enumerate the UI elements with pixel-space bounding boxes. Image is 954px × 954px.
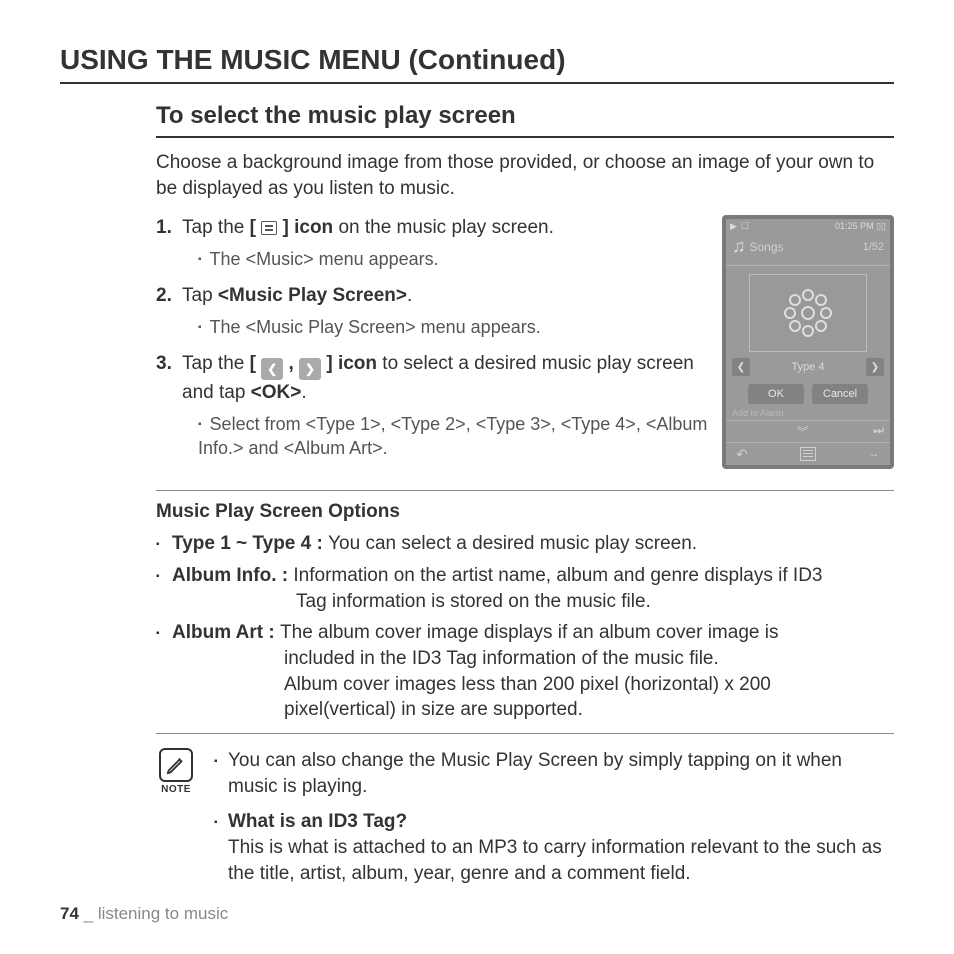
step-1: Tap the [ ] icon on the music play scree…: [156, 215, 708, 271]
type-label: Type 4: [791, 361, 824, 373]
songs-label: Songs: [746, 240, 863, 254]
right-arrow-icon: ❯: [299, 358, 321, 380]
step-2-sub: The <Music Play Screen> menu appears.: [198, 315, 708, 339]
battery-icon: ▯▯: [876, 221, 886, 231]
note-badge: NOTE: [156, 748, 196, 896]
divider: [156, 490, 894, 491]
shuffle-icon[interactable]: ↔: [864, 446, 884, 462]
page-footer: 74 _ listening to music: [60, 904, 228, 924]
options-list: Type 1 ~ Type 4 : You can select a desir…: [156, 531, 894, 722]
track-counter: 1/52: [863, 241, 884, 253]
prev-type-button[interactable]: ❮: [732, 358, 750, 376]
add-to-alarm-label: Add to Alarm: [726, 408, 890, 420]
step-3: Tap the [ ❮ , ❯ ] icon to select a desir…: [156, 351, 708, 460]
section-title: To select the music play screen: [156, 102, 894, 138]
device-screenshot: ▶ ☐ 01:25 PM ▯▯ ♫ Songs 1/52: [722, 215, 894, 469]
album-art-preview: [749, 274, 867, 352]
note-label: NOTE: [156, 784, 196, 795]
intro-text: Choose a background image from those pro…: [156, 150, 894, 201]
step-3-sub: Select from <Type 1>, <Type 2>, <Type 3>…: [198, 412, 708, 461]
option-type: Type 1 ~ Type 4 : You can select a desir…: [156, 531, 894, 557]
note-list: You can also change the Music Play Scree…: [214, 748, 894, 886]
step-1-sub: The <Music> menu appears.: [198, 247, 708, 271]
steps-list: Tap the [ ] icon on the music play scree…: [156, 215, 708, 460]
music-note-icon: ♫: [732, 236, 746, 257]
next-track-icon: ⏭: [873, 423, 884, 440]
left-arrow-icon: ❮: [261, 358, 283, 380]
device-time: 01:25 PM: [835, 221, 874, 231]
repeat-icon: ☐: [741, 221, 749, 232]
chevron-down-icon: ︾: [797, 423, 809, 440]
option-album-art: Album Art : The album cover image displa…: [156, 620, 894, 723]
step-2: Tap <Music Play Screen>. The <Music Play…: [156, 283, 708, 339]
list-icon[interactable]: [800, 447, 816, 461]
pencil-icon: [159, 748, 193, 782]
play-icon: ▶: [730, 221, 737, 232]
menu-icon: [261, 221, 277, 235]
note-2: What is an ID3 Tag? This is what is atta…: [214, 809, 894, 886]
footer-section: listening to music: [98, 904, 228, 923]
next-type-button[interactable]: ❯: [866, 358, 884, 376]
options-heading: Music Play Screen Options: [156, 501, 894, 523]
note-1: You can also change the Music Play Scree…: [214, 748, 894, 799]
page-number: 74: [60, 904, 79, 923]
back-icon[interactable]: ↶: [732, 446, 752, 462]
page-title: USING THE MUSIC MENU (Continued): [60, 44, 894, 84]
cancel-button[interactable]: Cancel: [812, 384, 868, 404]
ok-button[interactable]: OK: [748, 384, 804, 404]
divider: [156, 733, 894, 734]
option-album-info: Album Info. : Information on the artist …: [156, 563, 894, 614]
